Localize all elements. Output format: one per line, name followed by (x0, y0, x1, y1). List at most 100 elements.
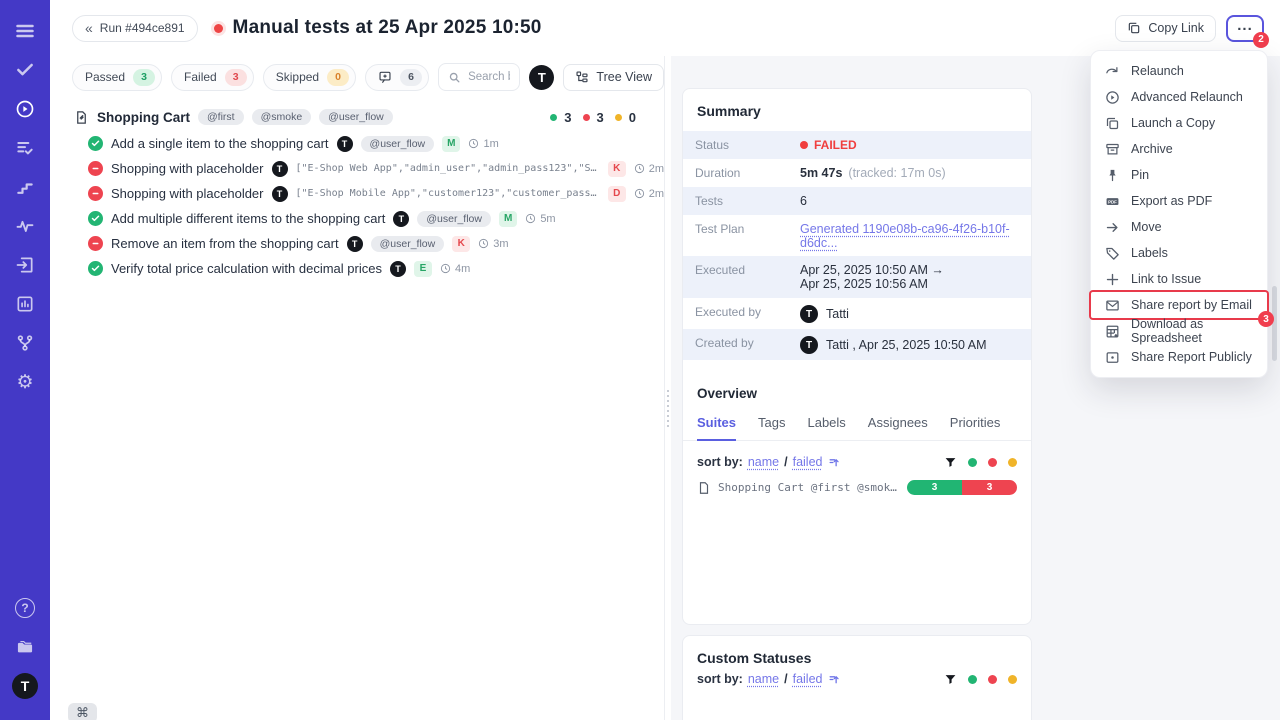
hamburger-menu-icon[interactable] (8, 14, 42, 48)
search-input[interactable] (468, 71, 510, 83)
suite-header[interactable]: Shopping Cart @first @smoke @user_flow 3… (50, 101, 664, 127)
failed-count-badge: 3 (225, 69, 247, 86)
assignee-avatar: T (272, 186, 288, 202)
suite-tag: @first (198, 109, 244, 125)
legend-skipped-dot[interactable] (1008, 458, 1017, 467)
user-filter-avatar[interactable]: T (529, 65, 554, 90)
sort-direction-icon[interactable] (828, 456, 841, 469)
copy-link-button[interactable]: Copy Link (1115, 15, 1216, 42)
test-row[interactable]: Shopping with placeholder T ["E-Shop Web… (50, 156, 664, 181)
menu-launch-a-copy[interactable]: Launch a Copy (1091, 110, 1267, 136)
priority-badge: K (452, 236, 470, 252)
filter-passed[interactable]: Passed 3 (72, 64, 162, 91)
menu-advanced-relaunch[interactable]: Advanced Relaunch (1091, 84, 1267, 110)
copy-icon (1127, 21, 1141, 35)
duration: 3m (478, 238, 508, 250)
legend-skipped-dot[interactable] (1008, 675, 1017, 684)
clock-icon (634, 163, 645, 174)
import-icon[interactable] (8, 248, 42, 282)
custom-statuses-sort-row: sort by: name / failed (683, 670, 1031, 692)
tab-assignees[interactable]: Assignees (868, 411, 928, 440)
workspace-logo[interactable]: T (8, 669, 42, 703)
menu-share-report-by-email[interactable]: Share report by Email 3 (1091, 292, 1267, 318)
menu-move[interactable]: Move (1091, 214, 1267, 240)
overview-tabs: Suites Tags Labels Assignees Priorities (683, 411, 1031, 441)
filter-comments[interactable]: 6 (365, 64, 429, 91)
pulse-icon[interactable] (8, 209, 42, 243)
filter-failed[interactable]: Failed 3 (171, 64, 254, 91)
suite-counts: 3 3 0 (550, 110, 654, 125)
status-failed-chip: FAILED (800, 138, 857, 152)
summary-row-executed-by: Executed by TTatti (683, 298, 1031, 329)
summary-row-duration: Duration 5m 47s(tracked: 17m 0s) (683, 159, 1031, 187)
passed-icon (88, 136, 103, 151)
test-row[interactable]: Remove an item from the shopping cart T … (50, 231, 664, 256)
assignee-avatar: T (272, 161, 288, 177)
archive-icon (1105, 142, 1120, 157)
summary-row-created-by: Created by TTatti , Apr 25, 2025 10:50 A… (683, 329, 1031, 360)
menu-download-spreadsheet[interactable]: Download as Spreadsheet (1091, 318, 1267, 344)
legend-passed-dot[interactable] (968, 675, 977, 684)
run-header: « Run #494ce891 Manual tests at 25 Apr 2… (50, 0, 1280, 56)
test-data-snippet: ["E-Shop Web App","admin_user","admin_pa… (296, 163, 600, 174)
test-plans-icon[interactable] (8, 131, 42, 165)
legend-failed-dot[interactable] (988, 675, 997, 684)
menu-relaunch[interactable]: Relaunch (1091, 58, 1267, 84)
tests-check-icon[interactable] (8, 53, 42, 87)
test-row[interactable]: Add multiple different items to the shop… (50, 206, 664, 231)
svg-text:PDF: PDF (1108, 199, 1117, 204)
test-tag: @user_flow (361, 136, 435, 152)
test-list: Add a single item to the shopping cart T… (50, 127, 664, 281)
priority-badge: D (608, 186, 626, 202)
sort-by-failed-link[interactable]: failed (793, 672, 823, 686)
tab-priorities[interactable]: Priorities (950, 411, 1001, 440)
sort-direction-icon[interactable] (828, 673, 841, 686)
menu-labels[interactable]: Labels (1091, 240, 1267, 266)
summary-row-status: Status FAILED (683, 131, 1031, 159)
test-row[interactable]: Add a single item to the shopping cart T… (50, 131, 664, 156)
share-publicly-icon (1105, 350, 1120, 365)
filter-funnel-icon[interactable] (944, 456, 957, 469)
tab-tags[interactable]: Tags (758, 411, 785, 440)
settings-gear-icon[interactable]: ⚙ (8, 365, 42, 399)
overview-suite-row[interactable]: Shopping Cart @first @smoke … 3 3 (683, 475, 1031, 500)
pane-resize-handle[interactable] (664, 56, 671, 720)
summary-row-test-plan: Test Plan Generated 1190e08b-ca96-4f26-b… (683, 215, 1031, 256)
projects-folder-icon[interactable] (8, 630, 42, 664)
menu-link-to-issue[interactable]: Link to Issue (1091, 266, 1267, 292)
test-plan-link[interactable]: Generated 1190e08b-ca96-4f26-b10f-d6dc..… (800, 222, 1019, 250)
help-icon[interactable]: ? (8, 591, 42, 625)
filter-funnel-icon[interactable] (944, 673, 957, 686)
sort-by-name-link[interactable]: name (748, 672, 779, 686)
failed-dot (583, 114, 590, 121)
tab-labels[interactable]: Labels (807, 411, 845, 440)
summary-row-tests: Tests 6 (683, 187, 1031, 215)
sort-by-failed-link[interactable]: failed (793, 455, 823, 469)
tree-view-toggle[interactable]: Tree View (563, 64, 664, 91)
clock-icon (525, 213, 536, 224)
test-tag: @user_flow (371, 236, 445, 252)
menu-share-report-publicly[interactable]: Share Report Publicly (1091, 344, 1267, 370)
sort-by-name-link[interactable]: name (748, 455, 779, 469)
duration: 2m (634, 188, 664, 200)
test-row[interactable]: Shopping with placeholder T ["E-Shop Mob… (50, 181, 664, 206)
menu-export-pdf[interactable]: PDF Export as PDF (1091, 188, 1267, 214)
menu-pin[interactable]: Pin (1091, 162, 1267, 188)
summary-title: Summary (683, 89, 1031, 131)
analytics-icon[interactable] (8, 287, 42, 321)
keyboard-shortcuts-button[interactable]: ⌘ (68, 703, 97, 720)
annotation-step-2-badge: 2 (1253, 32, 1269, 48)
scrollbar-thumb[interactable] (1272, 286, 1277, 361)
branch-icon[interactable] (8, 326, 42, 360)
test-row[interactable]: Verify total price calculation with deci… (50, 256, 664, 281)
menu-archive[interactable]: Archive (1091, 136, 1267, 162)
filter-skipped[interactable]: Skipped 0 (263, 64, 356, 91)
pdf-icon: PDF (1105, 194, 1120, 209)
legend-passed-dot[interactable] (968, 458, 977, 467)
assignee-avatar: T (337, 136, 353, 152)
legend-failed-dot[interactable] (988, 458, 997, 467)
back-to-run-button[interactable]: « Run #494ce891 (72, 15, 198, 42)
tab-suites[interactable]: Suites (697, 411, 736, 441)
steps-icon[interactable] (8, 170, 42, 204)
runs-play-icon[interactable] (8, 92, 42, 126)
